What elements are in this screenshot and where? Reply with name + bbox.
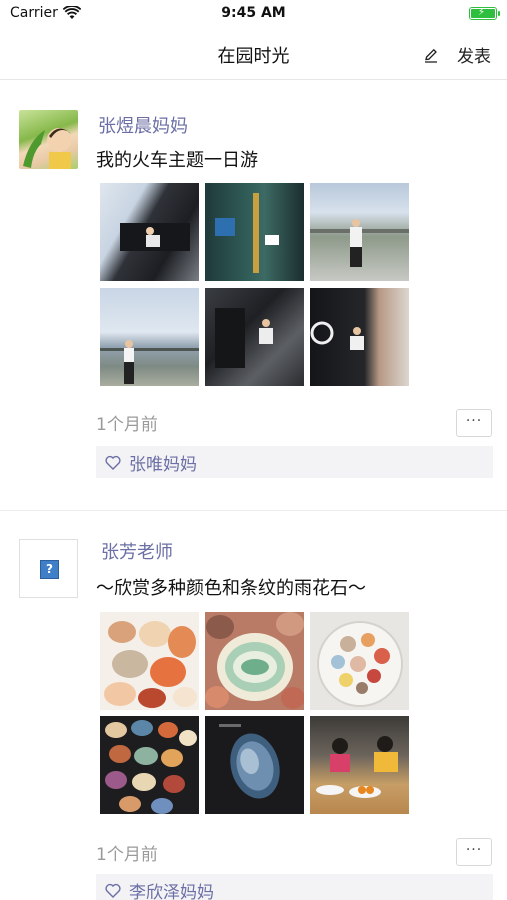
post-photo[interactable] [310,716,409,814]
post-author[interactable]: 张芳老师 [101,538,173,564]
likes-bar: 李欣泽妈妈 [96,874,493,900]
post-timestamp: 1个月前 [96,845,158,865]
liked-by-name[interactable]: 李欣泽妈妈 [129,878,214,900]
avatar[interactable]: ? [19,539,78,598]
more-button[interactable]: ··· [456,838,492,866]
post-card: ? 张芳老师 ～欣赏多种颜色和条纹的雨花石～ 1个月前 ··· 李欣泽妈妈 [0,0,507,900]
post-photo[interactable] [205,612,304,710]
image-placeholder-icon: ? [40,560,59,579]
post-content: ～欣赏多种颜色和条纹的雨花石～ [96,578,366,599]
heart-icon[interactable] [105,883,121,898]
post-photo[interactable] [205,716,304,814]
post-photo[interactable] [310,612,409,710]
post-photo[interactable] [100,612,199,710]
post-photo[interactable] [100,716,199,814]
